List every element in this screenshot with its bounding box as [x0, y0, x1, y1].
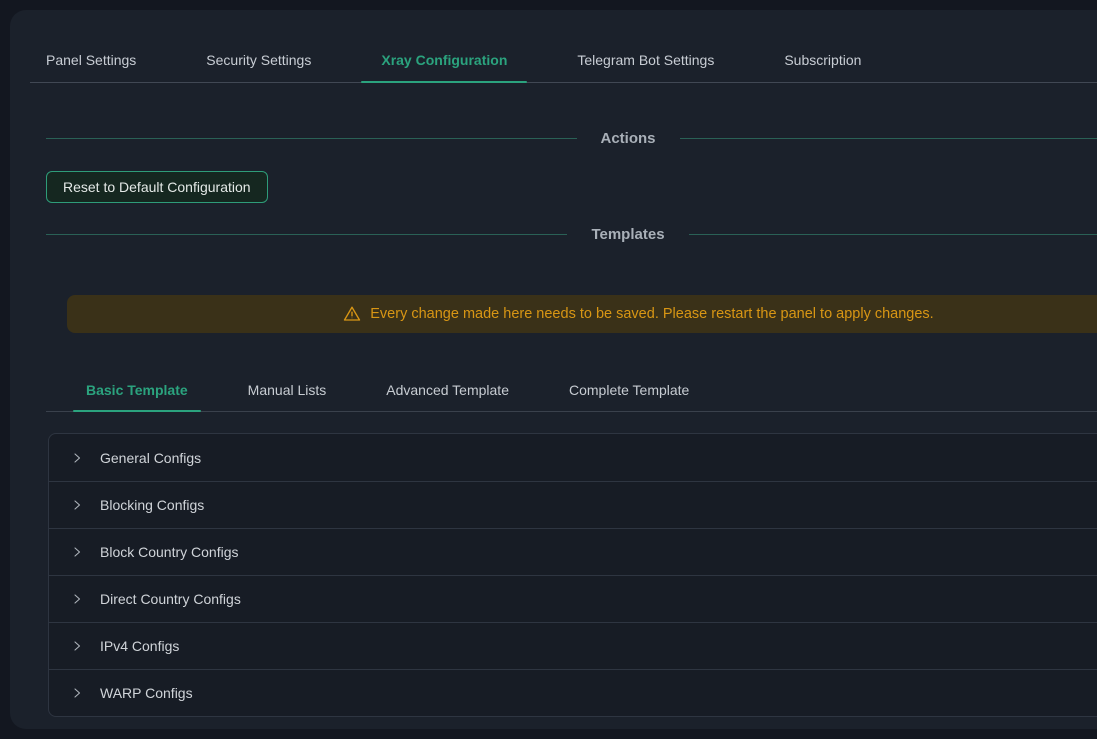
tab-advanced-template[interactable]: Advanced Template — [373, 369, 522, 411]
chevron-right-icon — [71, 499, 83, 511]
divider-line — [680, 138, 1097, 139]
chevron-right-icon — [71, 640, 83, 652]
warning-triangle-icon — [343, 305, 361, 323]
settings-tab-bar: Panel Settings Security Settings Xray Co… — [30, 10, 1097, 83]
settings-card: Panel Settings Security Settings Xray Co… — [10, 10, 1097, 729]
collapse-row-label: Block Country Configs — [100, 544, 239, 560]
chevron-right-icon — [71, 593, 83, 605]
templates-section-title: Templates — [567, 226, 688, 243]
collapse-row-label: WARP Configs — [100, 685, 193, 701]
chevron-right-icon — [71, 546, 83, 558]
tab-manual-lists[interactable]: Manual Lists — [235, 369, 340, 411]
collapse-warp-configs[interactable]: WARP Configs — [49, 669, 1097, 716]
tab-xray-configuration[interactable]: Xray Configuration — [361, 38, 527, 82]
collapse-row-label: General Configs — [100, 450, 201, 466]
divider-line — [689, 234, 1097, 235]
collapse-ipv4-configs[interactable]: IPv4 Configs — [49, 622, 1097, 669]
template-tab-bar: Basic Template Manual Lists Advanced Tem… — [46, 369, 1097, 412]
collapse-row-label: Blocking Configs — [100, 497, 204, 513]
chevron-right-icon — [71, 687, 83, 699]
divider-line — [46, 234, 567, 235]
templates-divider: Templates — [46, 223, 1097, 245]
alert-message: Every change made here needs to be saved… — [370, 306, 933, 322]
tab-complete-template[interactable]: Complete Template — [556, 369, 702, 411]
collapse-direct-country-configs[interactable]: Direct Country Configs — [49, 575, 1097, 622]
config-collapse-list: General Configs Blocking Configs Block C… — [48, 433, 1097, 717]
actions-section-title: Actions — [577, 130, 680, 147]
collapse-block-country-configs[interactable]: Block Country Configs — [49, 528, 1097, 575]
tab-telegram-bot-settings[interactable]: Telegram Bot Settings — [557, 38, 734, 82]
tab-security-settings[interactable]: Security Settings — [186, 38, 331, 82]
tab-subscription[interactable]: Subscription — [764, 38, 881, 82]
restart-warning-alert: Every change made here needs to be saved… — [67, 295, 1097, 333]
reset-to-default-button[interactable]: Reset to Default Configuration — [46, 171, 268, 203]
chevron-right-icon — [71, 452, 83, 464]
divider-line — [46, 138, 577, 139]
collapse-row-label: Direct Country Configs — [100, 591, 241, 607]
collapse-blocking-configs[interactable]: Blocking Configs — [49, 481, 1097, 528]
tab-panel-settings[interactable]: Panel Settings — [46, 38, 156, 82]
actions-divider: Actions — [46, 127, 1097, 149]
collapse-row-label: IPv4 Configs — [100, 638, 179, 654]
collapse-general-configs[interactable]: General Configs — [49, 434, 1097, 481]
tab-basic-template[interactable]: Basic Template — [73, 369, 201, 411]
